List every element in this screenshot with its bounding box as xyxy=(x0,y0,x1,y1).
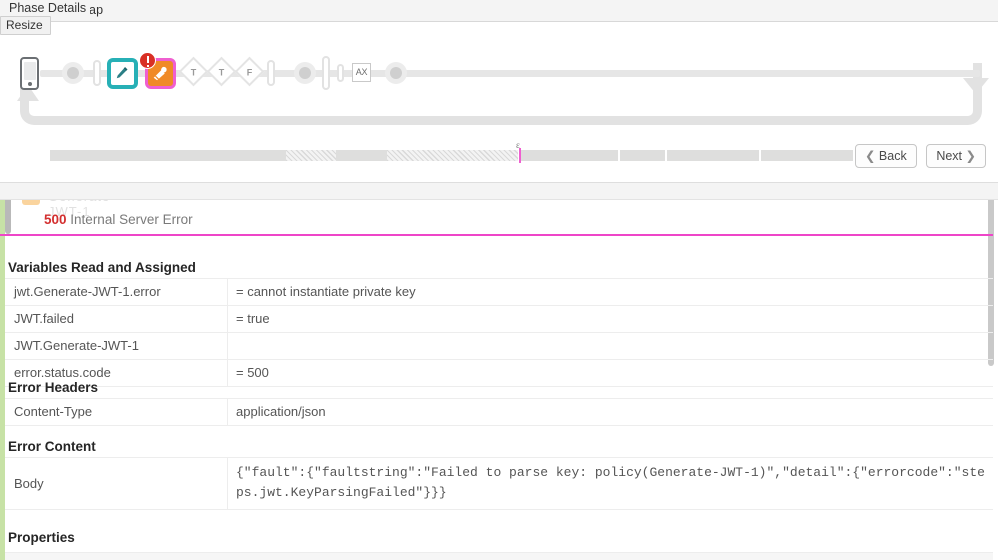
body-label: Body xyxy=(5,456,228,511)
error-content-section-title: Error Content xyxy=(8,439,96,454)
timeline-segment[interactable] xyxy=(286,150,336,161)
phone-button xyxy=(27,82,32,86)
ax-node[interactable]: AX xyxy=(352,63,371,82)
flow-point-1[interactable] xyxy=(62,62,84,84)
phone-screen xyxy=(23,62,36,80)
javascript-policy-icon[interactable] xyxy=(107,58,138,89)
chevron-left-icon: ❮ xyxy=(864,149,876,163)
header-value: application/json xyxy=(227,398,993,426)
table-row[interactable]: Content-Type application/json xyxy=(5,398,993,426)
phase-details-header xyxy=(0,182,998,200)
table-row[interactable]: error.status.code = 500 xyxy=(5,359,993,387)
timeline-marker-label: ε xyxy=(516,140,520,150)
timeline-segment[interactable] xyxy=(761,150,853,161)
condition-label-1: T xyxy=(190,67,197,78)
back-button[interactable]: ❮ Back xyxy=(854,144,917,168)
mobile-phone-icon[interactable] xyxy=(20,57,39,90)
key-policy-icon xyxy=(153,66,167,81)
error-headers-table: Content-Type application/json xyxy=(5,398,993,426)
properties-section-bar xyxy=(5,552,993,560)
condition-label-2: T xyxy=(218,67,225,78)
timeline-marker[interactable] xyxy=(519,148,521,163)
variable-value xyxy=(227,332,993,360)
flow-arrow-down-icon xyxy=(963,78,989,94)
phase-details-title: Phase Details xyxy=(9,1,91,15)
section-divider xyxy=(0,234,993,236)
next-button-label: Next xyxy=(936,149,963,163)
error-content-table: Body {"fault":{"faultstring":"Failed to … xyxy=(5,456,993,511)
generate-jwt-policy-icon[interactable] xyxy=(139,52,176,89)
target-boundary[interactable] xyxy=(322,56,330,90)
timeline-segment[interactable] xyxy=(50,150,286,161)
status-line: 500 Internal Server Error xyxy=(44,212,193,227)
variable-key: jwt.Generate-JWT-1.error xyxy=(5,278,228,306)
timeline-segment[interactable] xyxy=(521,150,618,161)
pencil-icon xyxy=(116,67,128,79)
table-row[interactable]: JWT.Generate-JWT-1 xyxy=(5,332,993,360)
timeline-segment[interactable] xyxy=(620,150,665,161)
variable-value: = 500 xyxy=(227,359,993,387)
timeline-segment[interactable] xyxy=(336,150,387,161)
left-scrollbar-thumb[interactable] xyxy=(5,196,11,234)
next-button[interactable]: Next ❯ xyxy=(926,144,986,168)
timeline-segment[interactable] xyxy=(667,150,759,161)
body-value: {"fault":{"faultstring":"Failed to parse… xyxy=(227,456,993,511)
status-code: 500 xyxy=(44,212,67,227)
timeline-nav: ❮ Back Next ❯ xyxy=(849,144,986,168)
policy-icon-inner xyxy=(111,62,134,85)
flow-point-3[interactable] xyxy=(385,62,407,84)
timeline-area[interactable]: ε ❮ Back Next ❯ xyxy=(0,128,998,180)
flow-separator-2[interactable] xyxy=(267,60,275,86)
timeline-segment[interactable] xyxy=(387,150,518,161)
back-button-label: Back xyxy=(878,149,907,163)
variable-value: = cannot instantiate private key xyxy=(227,278,993,306)
variables-section-title: Variables Read and Assigned xyxy=(8,260,196,275)
variable-key: JWT.Generate-JWT-1 xyxy=(5,332,228,360)
chevron-right-icon: ❯ xyxy=(965,149,976,163)
transaction-map-header xyxy=(0,0,998,22)
variables-table: jwt.Generate-JWT-1.error = cannot instan… xyxy=(5,278,993,387)
status-text: Internal Server Error xyxy=(70,212,193,227)
condition-label-3: F xyxy=(246,67,253,78)
error-headers-section-title: Error Headers xyxy=(8,380,99,395)
flow-separator-3[interactable] xyxy=(337,64,344,82)
variable-key: JWT.failed xyxy=(5,305,228,333)
error-badge-icon xyxy=(139,52,156,69)
flow-point-2[interactable] xyxy=(294,62,316,84)
header-key: Content-Type xyxy=(5,398,228,426)
phase-details-panel[interactable]: Generate-JWT-1 500 Internal Server Error… xyxy=(0,190,998,560)
properties-section-title: Properties xyxy=(8,530,75,545)
variable-value: = true xyxy=(227,305,993,333)
flow-separator-1[interactable] xyxy=(93,60,101,86)
resize-tooltip[interactable]: Resize xyxy=(0,16,51,35)
app-root: Transaction Map Resize xyxy=(0,0,998,560)
table-row[interactable]: jwt.Generate-JWT-1.error = cannot instan… xyxy=(5,278,993,306)
table-row[interactable]: Body {"fault":{"faultstring":"Failed to … xyxy=(5,456,993,511)
table-row[interactable]: JWT.failed = true xyxy=(5,305,993,333)
